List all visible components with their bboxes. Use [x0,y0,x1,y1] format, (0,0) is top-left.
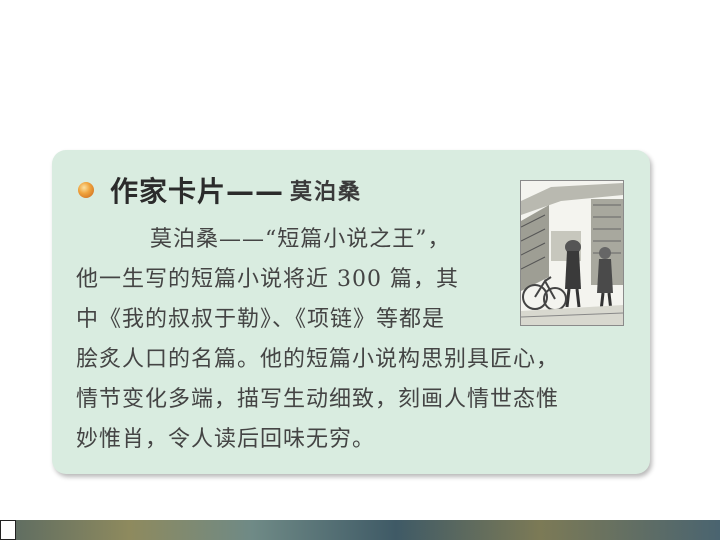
bio-line-2: 他一生写的短篇小说将近 300 篇，其 [76,267,459,292]
bio-line-1: 莫泊桑——“短篇小说之王”， [150,227,451,252]
bio-line-4: 脍炙人口的名篇。他的短篇小说构思别具匠心， [76,347,560,372]
bullet-icon [78,182,94,198]
bio-line-3: 中《我的叔叔于勒》、《项链》等都是 [76,307,446,332]
writer-card: 作家卡片—— 莫泊桑 莫泊桑——“短篇小说之王”， 他一生写的短篇小说将近 30… [52,150,650,474]
bottom-photo-strip [0,520,720,540]
author-bio: 莫泊桑——“短篇小说之王”， 他一生写的短篇小说将近 300 篇，其 中《我的叔… [76,220,636,460]
bio-line-5: 情节变化多端，描写生动细致，刻画人情世态惟 [76,387,560,412]
bottom-left-box [0,520,16,540]
author-name: 莫泊桑 [290,179,363,205]
card-heading: 作家卡片—— 莫泊桑 [78,170,362,210]
bio-line-6: 妙惟肖，令人读后回味无穷。 [76,427,376,452]
card-title: 作家卡片—— [110,175,285,208]
